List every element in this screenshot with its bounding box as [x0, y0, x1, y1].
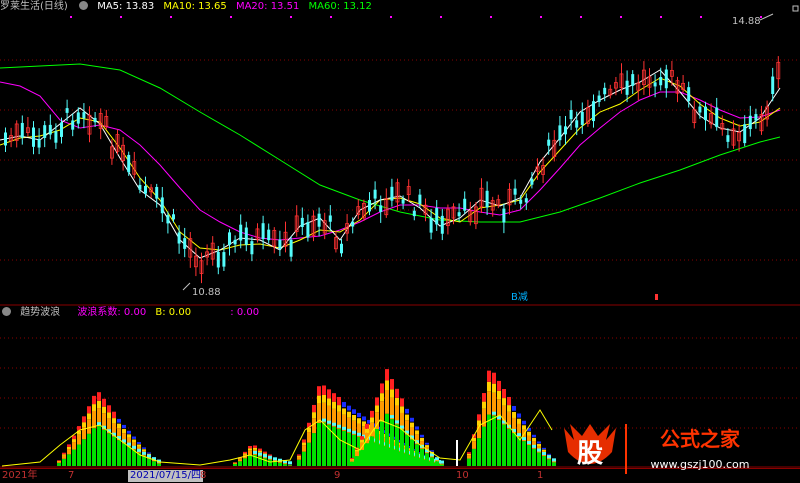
- low-price-label: 10.88: [192, 287, 221, 298]
- ma20-line: [0, 82, 780, 240]
- high-price-label: 14.88: [732, 16, 761, 27]
- signal-dots: [70, 16, 762, 18]
- ma20-value: MA20: 13.51: [236, 1, 299, 12]
- date-selected[interactable]: 2021/07/15/四: [128, 470, 203, 482]
- ma5-value: MA5: 13.83: [97, 1, 154, 12]
- indicator-header: 趋势波浪 波浪系数: 0.00 B: 0.00 : 0.00: [0, 306, 265, 320]
- signal-label: B减: [511, 291, 528, 303]
- watermark-big-char: 股: [577, 439, 603, 469]
- date-m7: 7: [68, 470, 74, 482]
- price-grid: [0, 60, 800, 428]
- watermark-url: www.gszj100.com: [650, 458, 749, 471]
- candlesticks: [4, 56, 780, 283]
- date-m9: 9: [334, 470, 340, 482]
- date-m11: 1: [537, 470, 543, 482]
- ma10-line: [0, 78, 780, 250]
- chart-canvas[interactable]: 14.88 10.88 B减: [0, 0, 800, 482]
- stock-title: 罗莱生活(日线): [0, 1, 68, 12]
- wave-bars: [57, 369, 556, 466]
- main-header: 罗莱生活(日线) MA5: 13.83 MA10: 13.65 MA20: 13…: [0, 0, 800, 14]
- b-value: B: 0.00: [155, 307, 191, 318]
- date-m10: 10: [456, 470, 469, 482]
- watermark-name: 公式之家: [660, 427, 741, 451]
- date-year: 2021年: [2, 470, 37, 482]
- wave-coef: 波浪系数: 0.00: [77, 307, 146, 318]
- ma5-line: [0, 70, 780, 258]
- indicator-name: 趋势波浪: [20, 307, 60, 318]
- settings-icon[interactable]: [2, 307, 11, 316]
- white-marker: [456, 440, 458, 466]
- date-m8: 8: [200, 470, 206, 482]
- ma10-value: MA10: 13.65: [163, 1, 226, 12]
- settings-icon[interactable]: [79, 1, 88, 10]
- watermark-logo: 股 公式之家 www.gszj100.com: [560, 418, 782, 478]
- extra-value: : 0.00: [230, 307, 259, 318]
- low-marker-line: [183, 283, 190, 290]
- ma60-value: MA60: 13.12: [309, 1, 372, 12]
- signal-marker: [655, 294, 658, 300]
